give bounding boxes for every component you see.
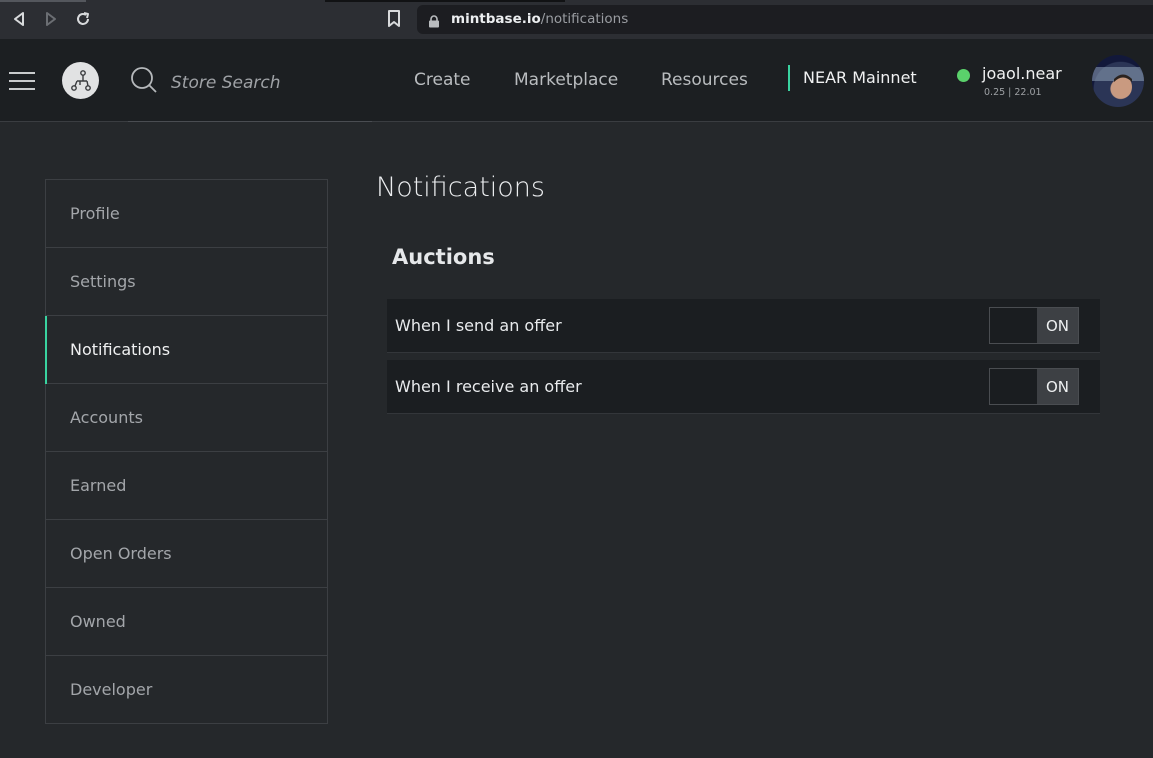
lock-icon bbox=[428, 13, 440, 32]
address-bar[interactable]: mintbase.io/notifications bbox=[417, 5, 1153, 34]
setting-row-send-offer: When I send an offer ON bbox=[387, 299, 1100, 353]
reload-icon[interactable] bbox=[73, 9, 93, 29]
sidebar-item-label: Owned bbox=[70, 612, 126, 631]
settings-sidebar: Profile Settings Notifications Accounts … bbox=[45, 179, 328, 724]
sidebar-item-developer[interactable]: Developer bbox=[46, 656, 327, 724]
toggle-off-side bbox=[990, 369, 1037, 404]
browser-toolbar: mintbase.io/notifications bbox=[0, 0, 1153, 39]
mintbase-logo[interactable] bbox=[62, 62, 99, 99]
url-text: mintbase.io/notifications bbox=[451, 11, 629, 27]
sidebar-item-notifications[interactable]: Notifications bbox=[45, 316, 327, 384]
app-header: Create Marketplace Resources NEAR Mainne… bbox=[0, 39, 1153, 122]
sidebar-item-label: Settings bbox=[70, 272, 136, 291]
tab-indicator bbox=[0, 0, 86, 2]
toggle-on-label: ON bbox=[1036, 369, 1078, 404]
sidebar-item-accounts[interactable]: Accounts bbox=[46, 384, 327, 452]
setting-label: When I receive an offer bbox=[395, 377, 582, 396]
page-title: Notifications bbox=[376, 172, 545, 203]
section-title-auctions: Auctions bbox=[392, 245, 495, 269]
send-offer-toggle[interactable]: ON bbox=[989, 307, 1079, 344]
sidebar-item-label: Earned bbox=[70, 476, 127, 495]
sidebar-item-open-orders[interactable]: Open Orders bbox=[46, 520, 327, 588]
sidebar-item-settings[interactable]: Settings bbox=[46, 248, 327, 316]
sidebar-item-label: Developer bbox=[70, 680, 153, 699]
sidebar-item-owned[interactable]: Owned bbox=[46, 588, 327, 656]
network-selector[interactable]: NEAR Mainnet bbox=[803, 68, 917, 87]
nav-link-create[interactable]: Create bbox=[414, 70, 471, 90]
toggle-off-side bbox=[990, 308, 1037, 343]
sidebar-item-earned[interactable]: Earned bbox=[46, 452, 327, 520]
online-status-dot bbox=[957, 69, 970, 82]
sidebar-item-label: Profile bbox=[70, 204, 120, 223]
setting-row-receive-offer: When I receive an offer ON bbox=[387, 360, 1100, 414]
back-icon[interactable] bbox=[9, 9, 29, 29]
sidebar-item-label: Notifications bbox=[70, 340, 171, 359]
tab-indicator bbox=[325, 0, 565, 2]
sidebar-item-label: Open Orders bbox=[70, 544, 172, 563]
menu-icon[interactable] bbox=[9, 72, 35, 90]
sidebar-item-profile[interactable]: Profile bbox=[46, 180, 327, 248]
nav-link-marketplace[interactable]: Marketplace bbox=[514, 70, 618, 90]
forward-icon[interactable] bbox=[41, 9, 61, 29]
sidebar-item-label: Accounts bbox=[70, 408, 143, 427]
toggle-on-label: ON bbox=[1036, 308, 1078, 343]
bookmark-icon[interactable] bbox=[387, 10, 401, 32]
network-divider bbox=[788, 65, 790, 91]
account-name[interactable]: joaol.near bbox=[982, 64, 1062, 83]
nav-link-resources[interactable]: Resources bbox=[661, 70, 748, 90]
receive-offer-toggle[interactable]: ON bbox=[989, 368, 1079, 405]
account-balance: 0.25 | 22.01 bbox=[984, 87, 1042, 98]
setting-label: When I send an offer bbox=[395, 316, 562, 335]
store-search-input[interactable] bbox=[128, 63, 372, 122]
avatar[interactable] bbox=[1092, 55, 1144, 107]
